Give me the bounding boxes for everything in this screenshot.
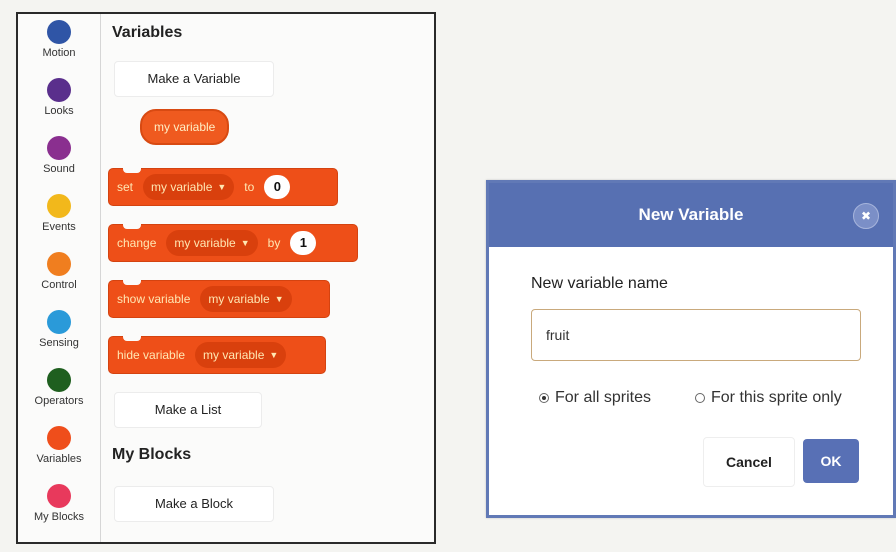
dropdown-value: my variable — [208, 292, 270, 306]
category-motion[interactable]: Motion — [18, 14, 100, 72]
blocks-area: Variables Make a Variable my variable se… — [100, 14, 434, 542]
category-my-blocks[interactable]: My Blocks — [18, 478, 100, 536]
block-palette: Motion Looks Sound Events Control Sensin… — [16, 12, 436, 544]
variables-icon — [47, 426, 71, 450]
caret-down-icon: ▼ — [240, 238, 250, 248]
variables-heading: Variables — [112, 24, 183, 41]
dialog-title: New Variable — [638, 205, 744, 224]
set-label: set — [117, 180, 134, 194]
category-operators[interactable]: Operators — [18, 362, 100, 420]
value-input[interactable]: 1 — [290, 231, 317, 255]
variable-dropdown[interactable]: my variable ▼ — [143, 174, 235, 200]
category-label: Variables — [36, 453, 82, 465]
dropdown-value: my variable — [203, 348, 265, 362]
dropdown-value: my variable — [174, 236, 236, 250]
category-events[interactable]: Events — [18, 188, 100, 246]
variable-name-label: New variable name — [531, 275, 668, 292]
sensing-icon — [47, 310, 71, 334]
hide-variable-label: hide variable — [117, 348, 186, 362]
category-menu: Motion Looks Sound Events Control Sensin… — [18, 14, 101, 542]
new-variable-dialog: New Variable ✖ New variable name For all… — [486, 180, 896, 518]
caret-down-icon: ▼ — [217, 182, 227, 192]
radio-for-this-sprite-only[interactable]: For this sprite only — [695, 389, 842, 407]
close-icon[interactable]: ✖ — [853, 203, 879, 229]
radio-selected-icon — [539, 393, 549, 403]
motion-icon — [47, 20, 71, 44]
my-blocks-heading: My Blocks — [112, 446, 192, 463]
operators-icon — [47, 368, 71, 392]
variable-name-input[interactable] — [531, 309, 861, 361]
block-notch — [123, 168, 141, 173]
ok-button[interactable]: OK — [803, 439, 859, 483]
category-label: Events — [42, 221, 76, 233]
variable-dropdown[interactable]: my variable ▼ — [166, 230, 258, 256]
category-label: Sound — [43, 163, 75, 175]
category-label: My Blocks — [33, 511, 85, 523]
by-label: by — [267, 236, 281, 250]
to-label: to — [244, 180, 255, 194]
change-label: change — [117, 236, 157, 250]
caret-down-icon: ▼ — [269, 350, 279, 360]
variable-dropdown[interactable]: my variable ▼ — [200, 286, 292, 312]
category-label: Operators — [34, 395, 84, 407]
my-blocks-icon — [47, 484, 71, 508]
control-icon — [47, 252, 71, 276]
show-variable-block[interactable]: show variable my variable ▼ — [108, 280, 330, 318]
radio-label: For this sprite only — [711, 389, 842, 406]
my-variable-reporter[interactable]: my variable — [140, 109, 230, 145]
show-variable-label: show variable — [117, 292, 191, 306]
category-label: Looks — [44, 105, 74, 117]
make-variable-button[interactable]: Make a Variable — [114, 61, 274, 97]
category-sensing[interactable]: Sensing — [18, 304, 100, 362]
block-notch — [123, 280, 141, 285]
hide-variable-block[interactable]: hide variable my variable ▼ — [108, 336, 326, 374]
category-sound[interactable]: Sound — [18, 130, 100, 188]
radio-for-all-sprites[interactable]: For all sprites — [539, 389, 651, 407]
variable-dropdown[interactable]: my variable ▼ — [195, 342, 287, 368]
category-label: Sensing — [39, 337, 79, 349]
category-looks[interactable]: Looks — [18, 72, 100, 130]
set-variable-block[interactable]: set my variable ▼ to 0 — [108, 168, 338, 206]
category-control[interactable]: Control — [18, 246, 100, 304]
block-notch — [123, 224, 141, 229]
sound-icon — [47, 136, 71, 160]
radio-label: For all sprites — [555, 389, 652, 406]
block-notch — [123, 336, 141, 341]
make-block-button[interactable]: Make a Block — [114, 486, 274, 522]
dropdown-value: my variable — [151, 180, 213, 194]
category-variables[interactable]: Variables — [18, 420, 100, 478]
category-label: Motion — [42, 47, 76, 59]
events-icon — [47, 194, 71, 218]
looks-icon — [47, 78, 71, 102]
category-label: Control — [41, 279, 77, 291]
cancel-button[interactable]: Cancel — [703, 437, 795, 487]
change-variable-block[interactable]: change my variable ▼ by 1 — [108, 224, 358, 262]
caret-down-icon: ▼ — [274, 294, 284, 304]
make-list-button[interactable]: Make a List — [114, 392, 262, 428]
value-input[interactable]: 0 — [264, 175, 291, 199]
radio-unselected-icon — [695, 393, 705, 403]
dialog-header: New Variable — [489, 183, 893, 247]
